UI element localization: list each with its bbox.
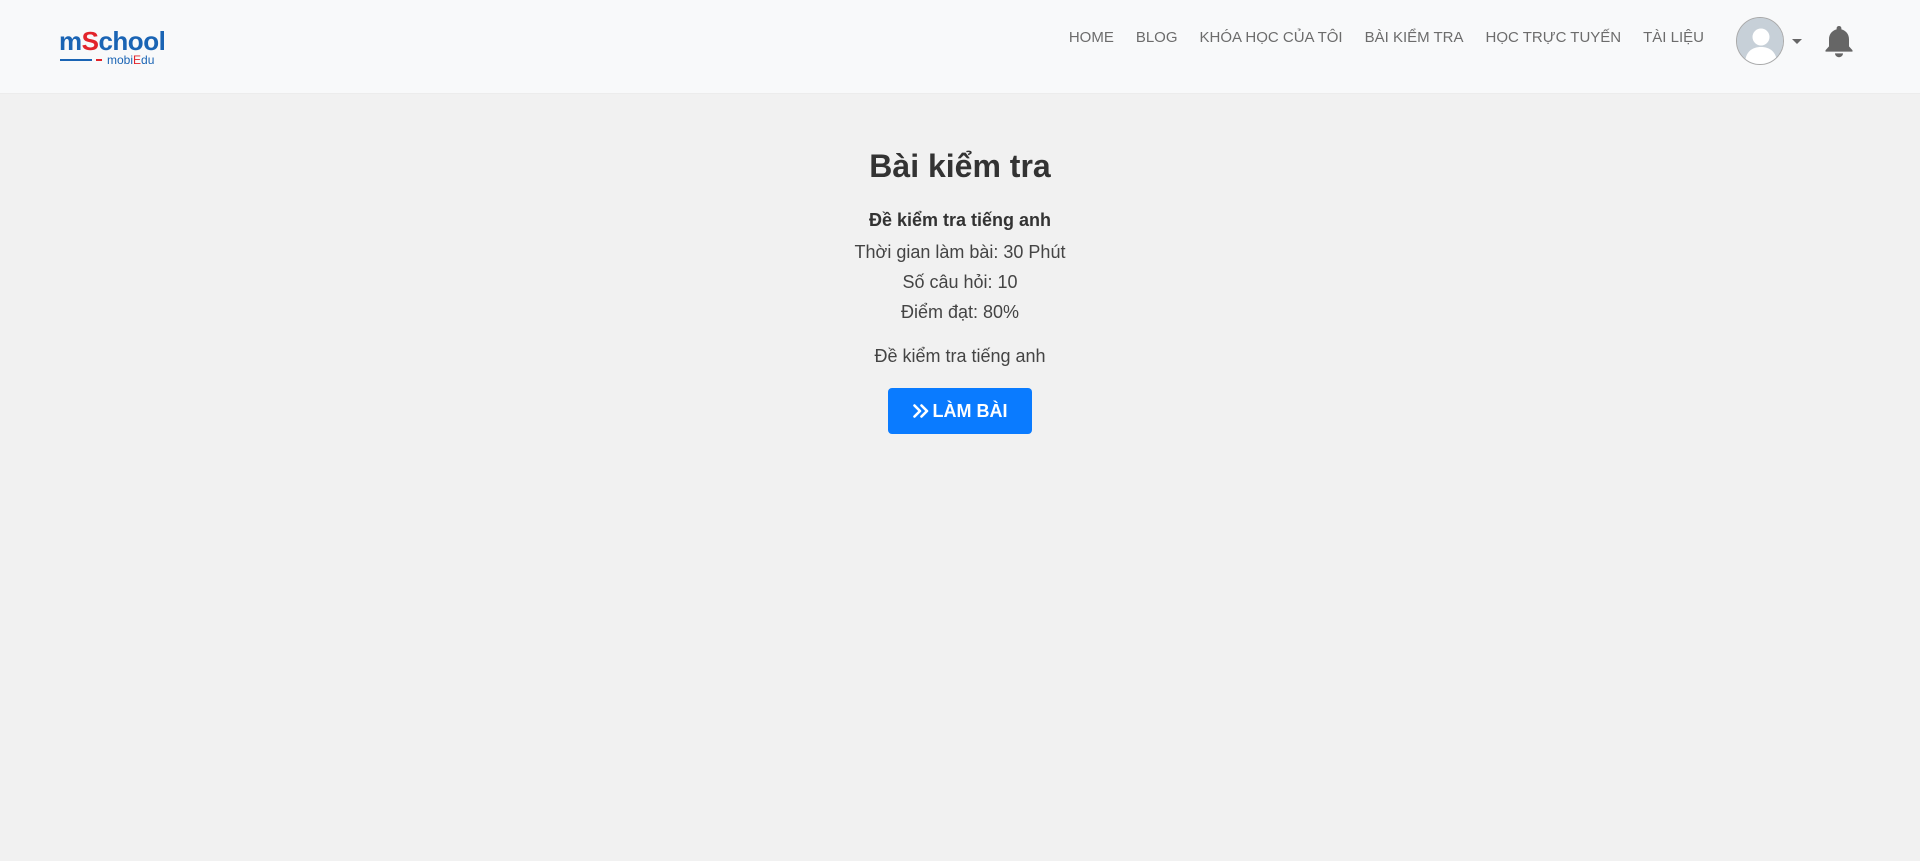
bell-icon[interactable] — [1824, 24, 1854, 58]
caret-down-icon — [1792, 38, 1802, 44]
nav-item-documents[interactable]: TÀI LIỆU — [1632, 28, 1715, 48]
page-title: Bài kiểm tra — [869, 148, 1051, 184]
logo-wordmark: mSchool — [59, 26, 166, 56]
user-menu-toggle[interactable] — [1736, 17, 1802, 65]
start-exam-label: LÀM BÀI — [932, 401, 1008, 421]
logo-underline-blue — [60, 59, 92, 61]
start-exam-button[interactable]: LÀM BÀI — [888, 388, 1032, 434]
nav-item-my-courses[interactable]: KHÓA HỌC CỦA TÔI — [1189, 28, 1354, 48]
mschool-logo[interactable]: mSchool mobiEdu — [59, 26, 171, 68]
nav-item-exams[interactable]: BÀI KIỂM TRA — [1354, 28, 1475, 48]
bell-shape — [1825, 26, 1853, 58]
exam-name: Đề kiểm tra tiếng anh — [868, 210, 1052, 230]
user-avatar-icon — [1736, 17, 1784, 65]
nav-item-blog[interactable]: BLOG — [1125, 28, 1189, 48]
double-chevron-right-icon — [912, 403, 928, 418]
exam-pass-score: Điểm đạt: 80% — [900, 302, 1020, 322]
avatar-silhouette — [1737, 18, 1783, 64]
exam-duration: Thời gian làm bài: 30 Phút — [854, 242, 1066, 262]
exam-description: Đề kiểm tra tiếng anh — [874, 346, 1046, 366]
logo-subtext: mobiEdu — [107, 53, 155, 67]
main-nav: HOME BLOG KHÓA HỌC CỦA TÔI BÀI KIỂM TRA … — [1058, 28, 1715, 48]
nav-item-home[interactable]: HOME — [1058, 28, 1125, 48]
logo-underline-red — [96, 59, 102, 61]
nav-item-online-learning[interactable]: HỌC TRỰC TUYẾN — [1475, 28, 1633, 48]
exam-question-count: Số câu hỏi: 10 — [902, 272, 1018, 292]
top-navbar: mSchool mobiEdu HOME BLOG KHÓA HỌC CỦA T… — [0, 0, 1920, 94]
